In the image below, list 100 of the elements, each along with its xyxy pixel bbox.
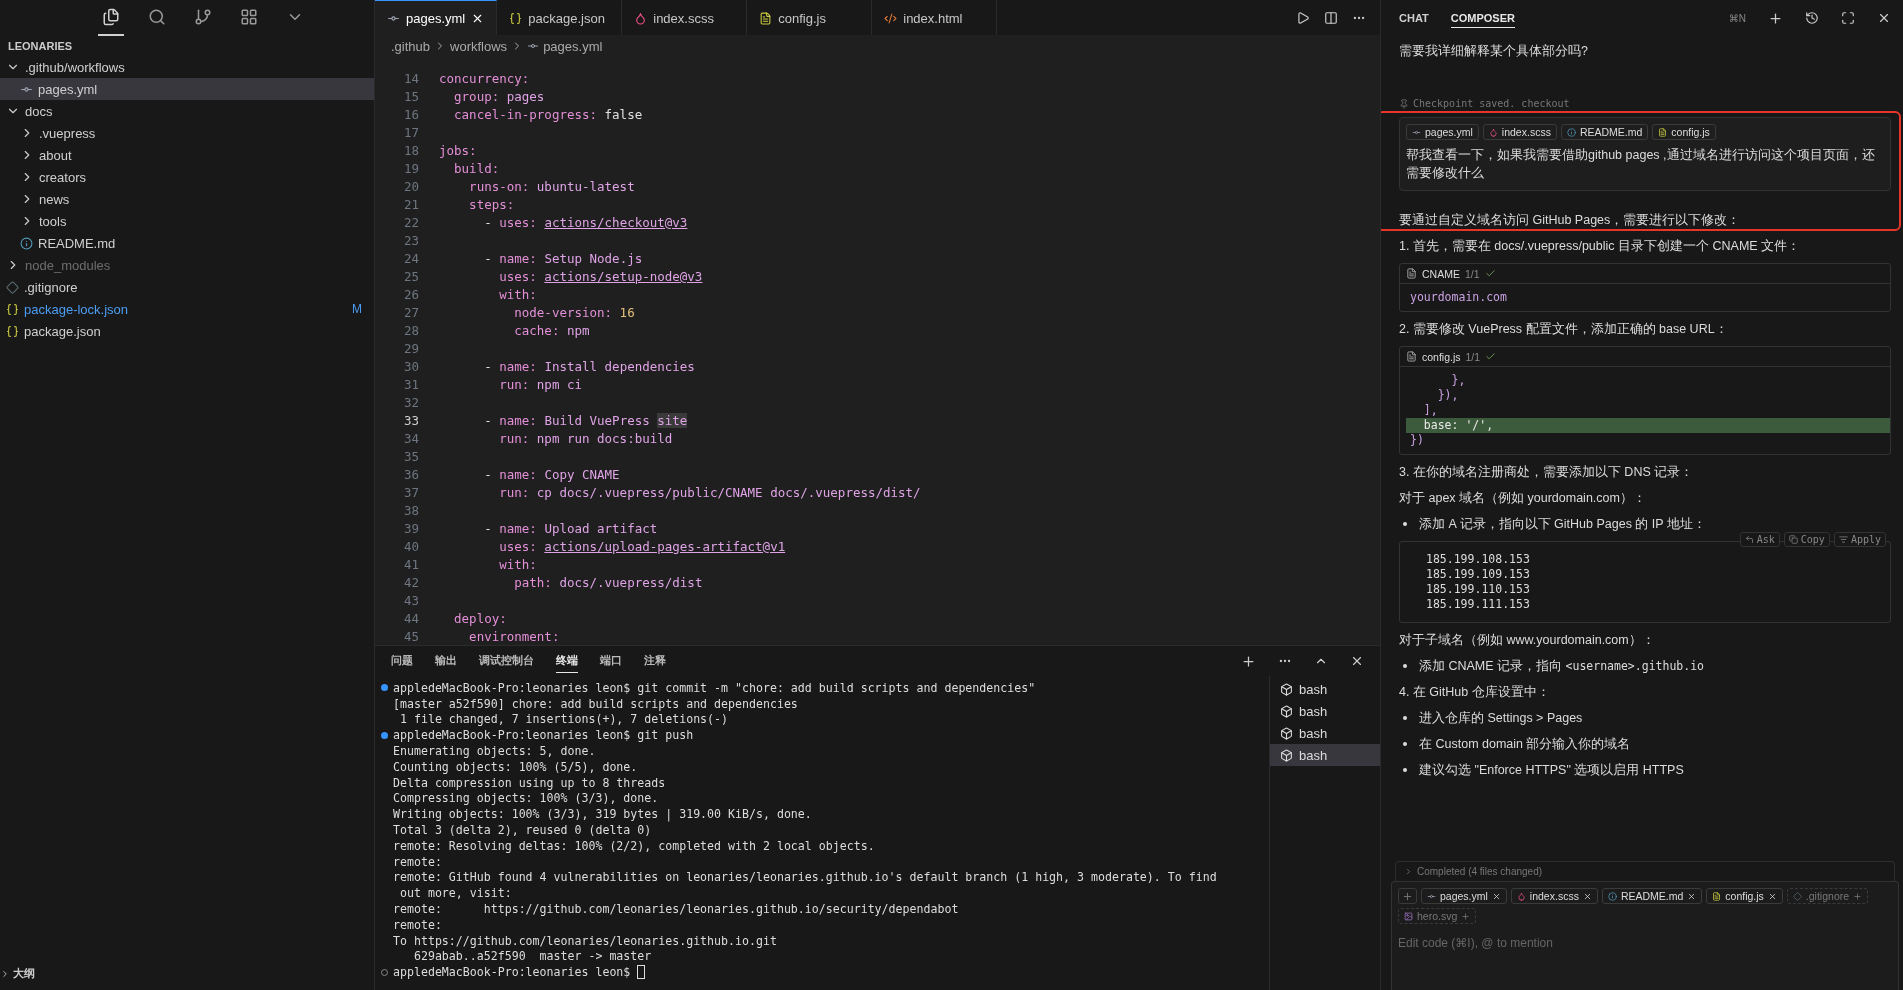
run-icon[interactable]	[1296, 10, 1310, 25]
info-icon	[1566, 127, 1576, 137]
droplet-icon	[1488, 127, 1498, 137]
history-icon[interactable]	[1805, 11, 1819, 25]
chat-tab[interactable]: COMPOSER	[1450, 8, 1515, 28]
tree-item[interactable]: docs	[0, 100, 374, 122]
panel-tab[interactable]: 问题	[391, 649, 413, 673]
terminal-session[interactable]: bash	[1270, 700, 1380, 722]
breadcrumb-item[interactable]: .github	[391, 38, 431, 54]
file-chip[interactable]: pages.yml	[1406, 124, 1479, 140]
bullet-icon	[1403, 768, 1407, 772]
line-number: 34	[402, 430, 420, 446]
line-number: 26	[402, 286, 420, 302]
panel-tab[interactable]: 终端	[556, 649, 578, 673]
line-number: 29	[402, 340, 420, 356]
code-line: 185.199.109.153	[1426, 567, 1531, 582]
split-editor-icon[interactable]	[1324, 10, 1338, 25]
file-chip[interactable]: hero.svg	[1398, 908, 1477, 924]
terminal-line: remote: Resolving deltas: 100% (2/2), completed with 2 local objects.	[393, 838, 875, 853]
code-line: cache: npm	[513, 322, 590, 338]
command-marker-icon	[381, 731, 388, 739]
code-line: - name: Build VuePress site	[483, 412, 688, 428]
close-icon	[1687, 891, 1697, 901]
code-line: },	[1450, 373, 1467, 388]
terminal-session[interactable]: bash	[1270, 744, 1380, 766]
code-line: runs-on: ubuntu-latest	[468, 178, 635, 194]
tree-item[interactable]: pages.yml	[0, 78, 374, 100]
maximize-icon[interactable]	[1841, 11, 1855, 25]
line-number: 19	[402, 160, 420, 176]
code-action-button[interactable]: Ask	[1739, 532, 1780, 547]
tree-item[interactable]: .vuepress	[0, 122, 374, 144]
add-file-button[interactable]	[1398, 888, 1417, 904]
files-tab[interactable]	[98, 6, 124, 36]
line-number: 35	[402, 448, 420, 464]
close-icon[interactable]	[1350, 654, 1364, 668]
line-number: 21	[402, 196, 420, 212]
response-text: 3. 在你的域名注册商处，需要添加以下 DNS 记录：	[1399, 464, 1695, 481]
file-chip[interactable]: config.js	[1652, 124, 1716, 140]
tree-item[interactable]: README.md	[0, 232, 374, 254]
pin-icon	[1399, 98, 1409, 109]
line-number: 27	[402, 304, 420, 320]
tree-item[interactable]: package-lock.json M	[0, 298, 374, 320]
response-text: 4. 在 GitHub 仓库设置中：	[1399, 684, 1551, 701]
bullet-text: 添加 A 记录，指向以下 GitHub Pages 的 IP 地址：	[1419, 516, 1706, 533]
line-number: 24	[402, 250, 420, 266]
editor-tab[interactable]: pages.yml	[375, 0, 498, 35]
line-number: 14	[402, 70, 420, 86]
file-chip[interactable]: README.md	[1601, 888, 1703, 904]
tree-item[interactable]: tools	[0, 210, 374, 232]
add-icon[interactable]	[1241, 653, 1256, 669]
code-line: with:	[498, 286, 537, 302]
tree-item[interactable]: .gitignore	[0, 276, 374, 298]
terminal-session[interactable]: bash	[1270, 722, 1380, 744]
code-action-button[interactable]: Apply	[1833, 532, 1886, 547]
tree-item[interactable]: node_modules	[0, 254, 374, 276]
panel-tab[interactable]: 注释	[644, 649, 666, 673]
line-number: 33	[402, 412, 420, 428]
add-icon[interactable]	[1768, 10, 1783, 26]
file-chip[interactable]: README.md	[1560, 124, 1649, 140]
cursor-icon	[637, 965, 646, 980]
cube-icon	[1280, 726, 1293, 740]
panel-tab[interactable]: 端口	[600, 649, 622, 673]
code-line: - uses: actions/checkout@v3	[483, 214, 688, 230]
outline-section[interactable]: 大纲	[0, 966, 374, 990]
terminal-line: Compressing objects: 100% (3/3), done.	[393, 791, 659, 806]
panel-tab[interactable]: 调试控制台	[479, 649, 534, 673]
code-action-button[interactable]: Copy	[1783, 532, 1830, 547]
code-line: run: npm ci	[498, 376, 582, 392]
file-chip[interactable]: pages.yml	[1421, 888, 1507, 904]
message-text: 帮我查看一下，如果我需要借助github pages ,通过域名进行访问这个项目页面，还需要修改什么	[1406, 147, 1876, 182]
code-line: path: docs/.vuepress/dist	[513, 574, 703, 590]
tree-item[interactable]: news	[0, 188, 374, 210]
file-chip[interactable]: index.scss	[1482, 124, 1557, 140]
tree-item[interactable]: about	[0, 144, 374, 166]
code-line: steps:	[468, 196, 515, 212]
tree-item[interactable]: .github/workflows	[0, 56, 374, 78]
file-chip[interactable]: config.js	[1706, 888, 1783, 904]
file-chip[interactable]: .gitignore	[1786, 888, 1869, 904]
file-chip[interactable]: index.scss	[1510, 888, 1598, 904]
plus-icon	[1402, 890, 1413, 902]
tree-item[interactable]: creators	[0, 166, 374, 188]
chat-tab[interactable]: CHAT	[1399, 8, 1429, 28]
close-icon[interactable]	[1877, 11, 1891, 25]
terminal-line: out more, visit:	[398, 886, 512, 901]
code-line: concurrency:	[439, 70, 530, 86]
code-line: ],	[1422, 403, 1439, 418]
tree-item[interactable]: package.json	[0, 320, 374, 342]
files-icon	[102, 8, 120, 26]
line-number: 39	[402, 520, 420, 536]
bullet-text: 添加 CNAME 记录，指向 <username>.github.io	[1419, 658, 1705, 675]
breadcrumb-item[interactable]: pages.yml	[543, 38, 603, 54]
line-number: 31	[402, 376, 420, 392]
breadcrumb-item[interactable]: workflows	[450, 38, 508, 54]
composer-input[interactable]: Edit code (⌘I), @ to mention	[1398, 932, 1892, 954]
panel-tab[interactable]: 输出	[435, 649, 457, 673]
response-text: 对于子域名（例如 www.yourdomain.com）：	[1399, 632, 1656, 649]
terminal-line: Writing objects: 100% (3/3), 319 bytes | 319.00 KiB/s, done.	[393, 807, 812, 822]
js-file-icon	[1712, 891, 1722, 901]
line-number: 45	[402, 628, 420, 644]
terminal-session[interactable]: bash	[1270, 678, 1380, 700]
